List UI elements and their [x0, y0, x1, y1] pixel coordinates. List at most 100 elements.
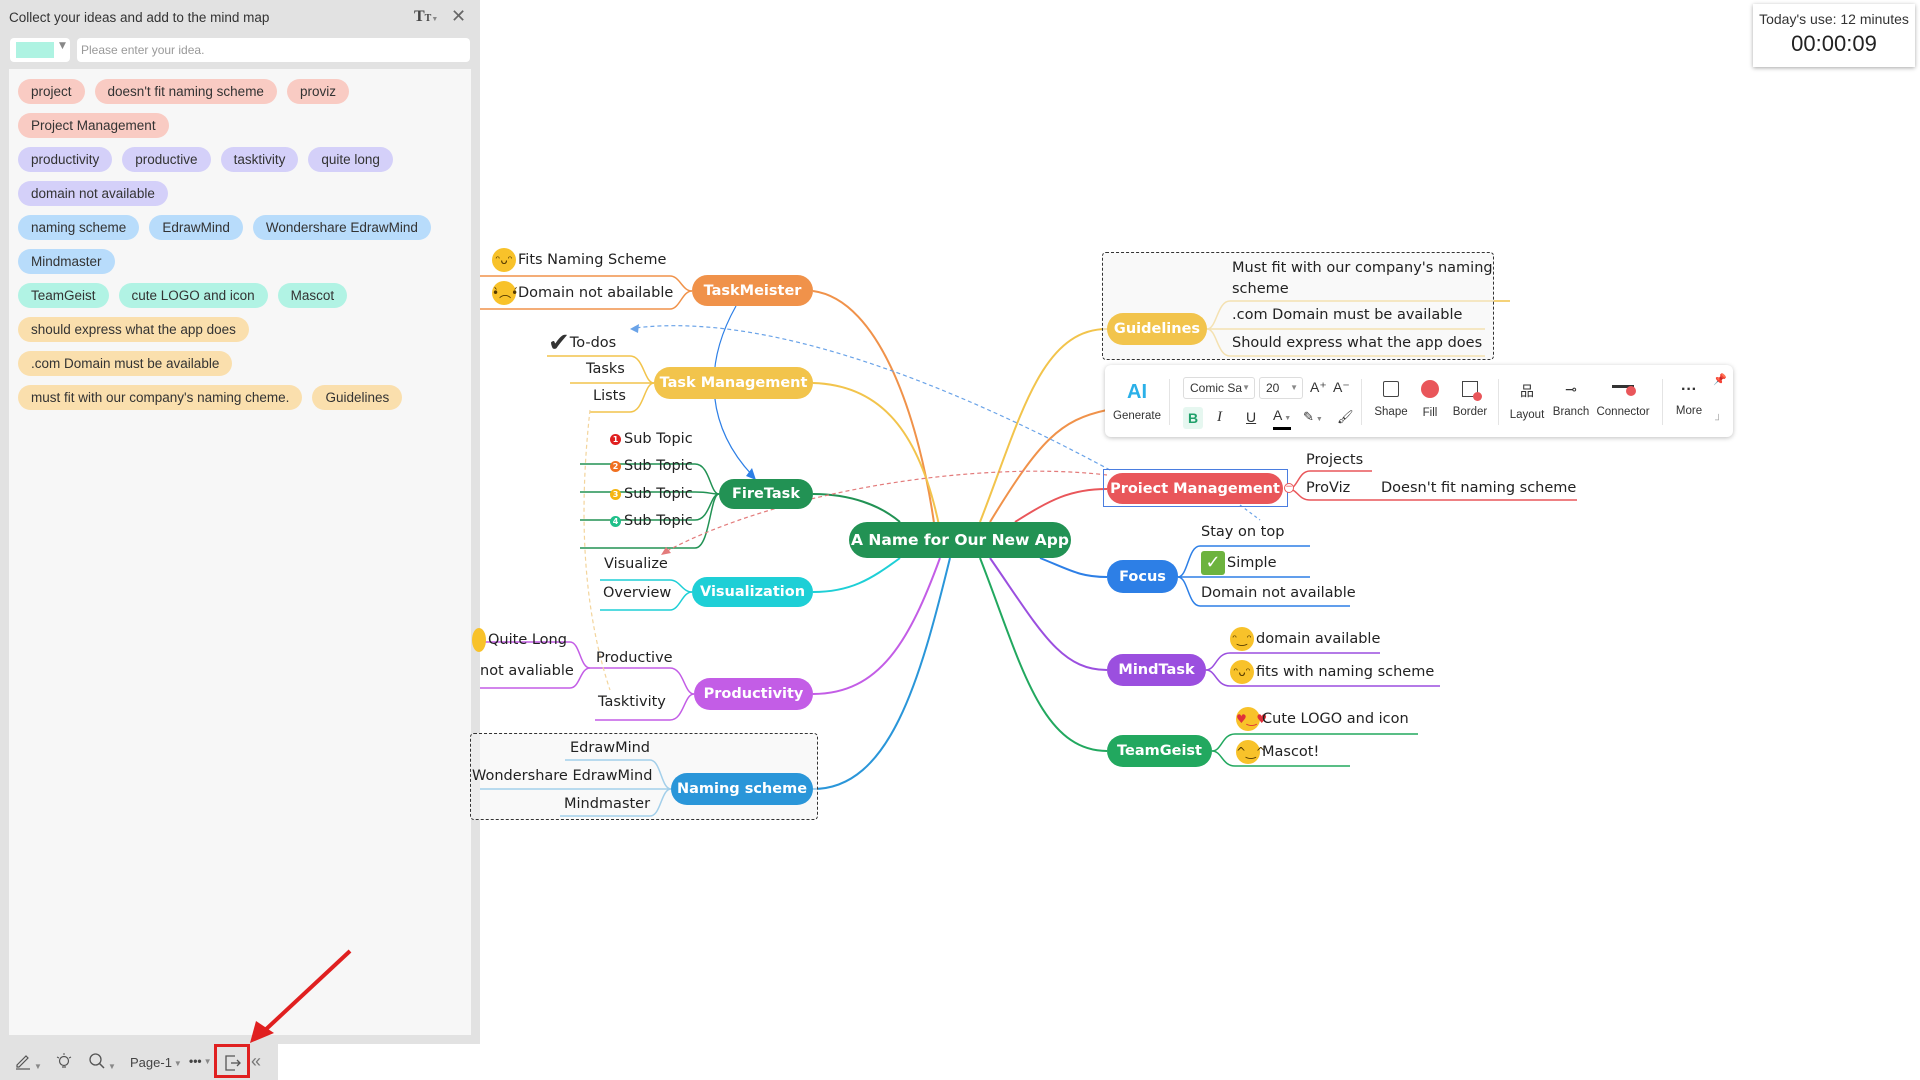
idea-chip[interactable]: EdrawMind	[149, 215, 243, 240]
subtopic[interactable]: Overview	[603, 585, 671, 601]
idea-chip[interactable]: doesn't fit naming scheme	[94, 79, 277, 104]
chevron-down-icon: ▼	[59, 41, 66, 51]
shape-button[interactable]: Shape	[1371, 381, 1411, 418]
subtopic[interactable]: Doesn't fit naming scheme	[1381, 480, 1576, 496]
mindmap-canvas[interactable]: A Name for Our New App TaskMeister Task …	[470, 0, 1920, 1080]
branch-button[interactable]: ⊸ Branch	[1551, 381, 1591, 418]
central-topic[interactable]: A Name for Our New App	[849, 522, 1071, 558]
idea-chip[interactable]: quite long	[308, 147, 393, 172]
subtopic[interactable]: not avaliable	[480, 663, 574, 679]
topic-mindtask[interactable]: MindTask	[1107, 654, 1206, 686]
blushing-face-icon: ^‿^	[1236, 740, 1266, 764]
subtopic[interactable]: Should express what the app does	[1232, 335, 1482, 351]
increase-font-button[interactable]: A⁺	[1310, 379, 1327, 396]
subtopic[interactable]: 1 Sub Topic	[610, 431, 693, 447]
subtopic[interactable]: .com Domain must be available	[1232, 307, 1462, 323]
resize-handle-icon[interactable]: ┘	[1715, 415, 1722, 426]
pen-icon[interactable]: ▼	[14, 1052, 42, 1073]
subtopic[interactable]: Quite Long	[472, 628, 567, 652]
subtopic[interactable]: ♥‿♥Cute LOGO and icon	[1236, 707, 1409, 731]
subtopic[interactable]: Tasks	[586, 361, 625, 377]
idea-chip-row: should express what the app does	[18, 317, 462, 342]
subtopic[interactable]: 3 Sub Topic	[610, 486, 693, 502]
font-family-select[interactable]: Comic Sa ▼	[1183, 377, 1255, 399]
subtopic[interactable]: Tasktivity	[598, 694, 666, 710]
format-painter-icon[interactable]: 🖌	[1337, 409, 1354, 425]
idea-chip[interactable]: Wondershare EdrawMind	[252, 215, 431, 240]
highlight-icon[interactable]: ✎ ▼	[1303, 409, 1323, 425]
subtopic[interactable]: Mindmaster	[564, 796, 650, 812]
subtopic[interactable]: ᵔᴗᵔ Fits Naming Scheme	[492, 248, 666, 272]
lightbulb-icon[interactable]	[55, 1052, 73, 1073]
underline-button[interactable]: U	[1246, 409, 1256, 425]
decrease-font-button[interactable]: A⁻	[1333, 379, 1350, 396]
subtopic[interactable]: Stay on top	[1201, 524, 1284, 540]
subtopic[interactable]: Productive	[596, 650, 673, 666]
topic-visualization[interactable]: Visualization	[692, 577, 813, 607]
magnifier-icon[interactable]: ▼	[88, 1052, 116, 1073]
topic-teamgeist[interactable]: TeamGeist	[1107, 735, 1212, 767]
idea-chip[interactable]: domain not available	[18, 181, 168, 206]
idea-input[interactable]	[77, 38, 470, 62]
italic-button[interactable]: I	[1217, 409, 1222, 426]
idea-chip[interactable]: proviz	[286, 79, 349, 104]
topic-productivity[interactable]: Productivity	[694, 678, 813, 710]
subtopic[interactable]: ProViz	[1306, 480, 1350, 496]
idea-chip-row: Mindmaster	[18, 249, 462, 274]
topic-naming-scheme[interactable]: Naming scheme	[671, 773, 813, 805]
layout-button[interactable]: 品 Layout	[1507, 381, 1547, 421]
topic-project-management[interactable]: Proiect Management	[1107, 473, 1283, 504]
idea-chip[interactable]: .com Domain must be available	[18, 351, 233, 376]
idea-chip[interactable]: tasktivity	[220, 147, 299, 172]
idea-chip[interactable]: naming scheme	[18, 215, 140, 240]
connector-button[interactable]: Connector	[1593, 381, 1653, 418]
more-button[interactable]: ··· More	[1671, 381, 1707, 417]
idea-chip[interactable]: TeamGeist	[18, 283, 109, 308]
subtopic[interactable]: Visualize	[604, 556, 668, 572]
grinning-face-icon: ᵔᴗᵔ	[492, 248, 516, 272]
subtopic[interactable]: Must fit with our company's naming schem…	[1232, 258, 1512, 300]
idea-chip[interactable]: productivity	[18, 147, 113, 172]
pin-icon[interactable]: 📌	[1713, 373, 1727, 386]
idea-chip[interactable]: Mindmaster	[18, 249, 115, 274]
more-options-button[interactable]: ••• ▼	[189, 1054, 212, 1068]
double-chevron-left-icon[interactable]: «	[251, 1051, 261, 1072]
subtopic[interactable]: •̀︵•́Domain not abailable	[492, 281, 673, 305]
topic-guidelines[interactable]: Guidelines	[1107, 313, 1207, 345]
subtopic[interactable]: Lists	[593, 388, 626, 404]
subtopic[interactable]: ᵔᴗᵔ fits with naming scheme	[1230, 660, 1434, 684]
idea-chip[interactable]: Project Management	[18, 113, 169, 138]
subtopic[interactable]: Wondershare EdrawMind	[472, 768, 652, 784]
color-picker-dropdown[interactable]: ▼	[10, 38, 70, 62]
subtopic[interactable]: 2 Sub Topic	[610, 458, 693, 474]
bold-button[interactable]: B	[1183, 407, 1203, 429]
fill-button[interactable]: Fill	[1415, 380, 1445, 419]
subtopic[interactable]: ᵔ‿ᵔ domain available	[1230, 627, 1380, 651]
border-button[interactable]: Border	[1450, 381, 1490, 418]
topic-firetask[interactable]: FireTask	[719, 479, 813, 509]
topic-task-management[interactable]: Task Management	[654, 367, 813, 399]
ai-generate-button[interactable]: AI Generate	[1113, 381, 1161, 422]
subtopic[interactable]: EdrawMind	[570, 740, 650, 756]
idea-chip[interactable]: productive	[122, 147, 211, 172]
collapse-toggle[interactable]: −	[1284, 483, 1294, 493]
idea-chip[interactable]: should express what the app does	[18, 317, 249, 342]
page-selector[interactable]: Page-1 ▼	[130, 1055, 182, 1070]
idea-chip[interactable]: project	[18, 79, 85, 104]
idea-chip[interactable]: Guidelines	[312, 385, 403, 410]
subtopic[interactable]: Projects	[1306, 452, 1363, 468]
idea-chip[interactable]: cute LOGO and icon	[118, 283, 268, 308]
font-color-button[interactable]: A ▼	[1273, 407, 1292, 430]
subtopic[interactable]: ^‿^Mascot!	[1236, 740, 1319, 764]
text-style-icon[interactable]: TT▼	[414, 8, 438, 26]
topic-focus[interactable]: Focus	[1107, 560, 1178, 593]
idea-chip[interactable]: Mascot	[277, 283, 348, 308]
subtopic[interactable]: 4 Sub Topic	[610, 513, 693, 529]
idea-chip[interactable]: must fit with our company's naming cheme…	[18, 385, 303, 410]
subtopic[interactable]: Domain not available	[1201, 585, 1356, 601]
close-icon[interactable]: ✕	[451, 6, 466, 27]
font-size-select[interactable]: 20 ▼	[1259, 377, 1303, 399]
subtopic[interactable]: ✔To-dos	[548, 328, 616, 358]
topic-taskmeister[interactable]: TaskMeister	[692, 275, 813, 306]
subtopic[interactable]: ✓ Simple	[1201, 551, 1277, 575]
